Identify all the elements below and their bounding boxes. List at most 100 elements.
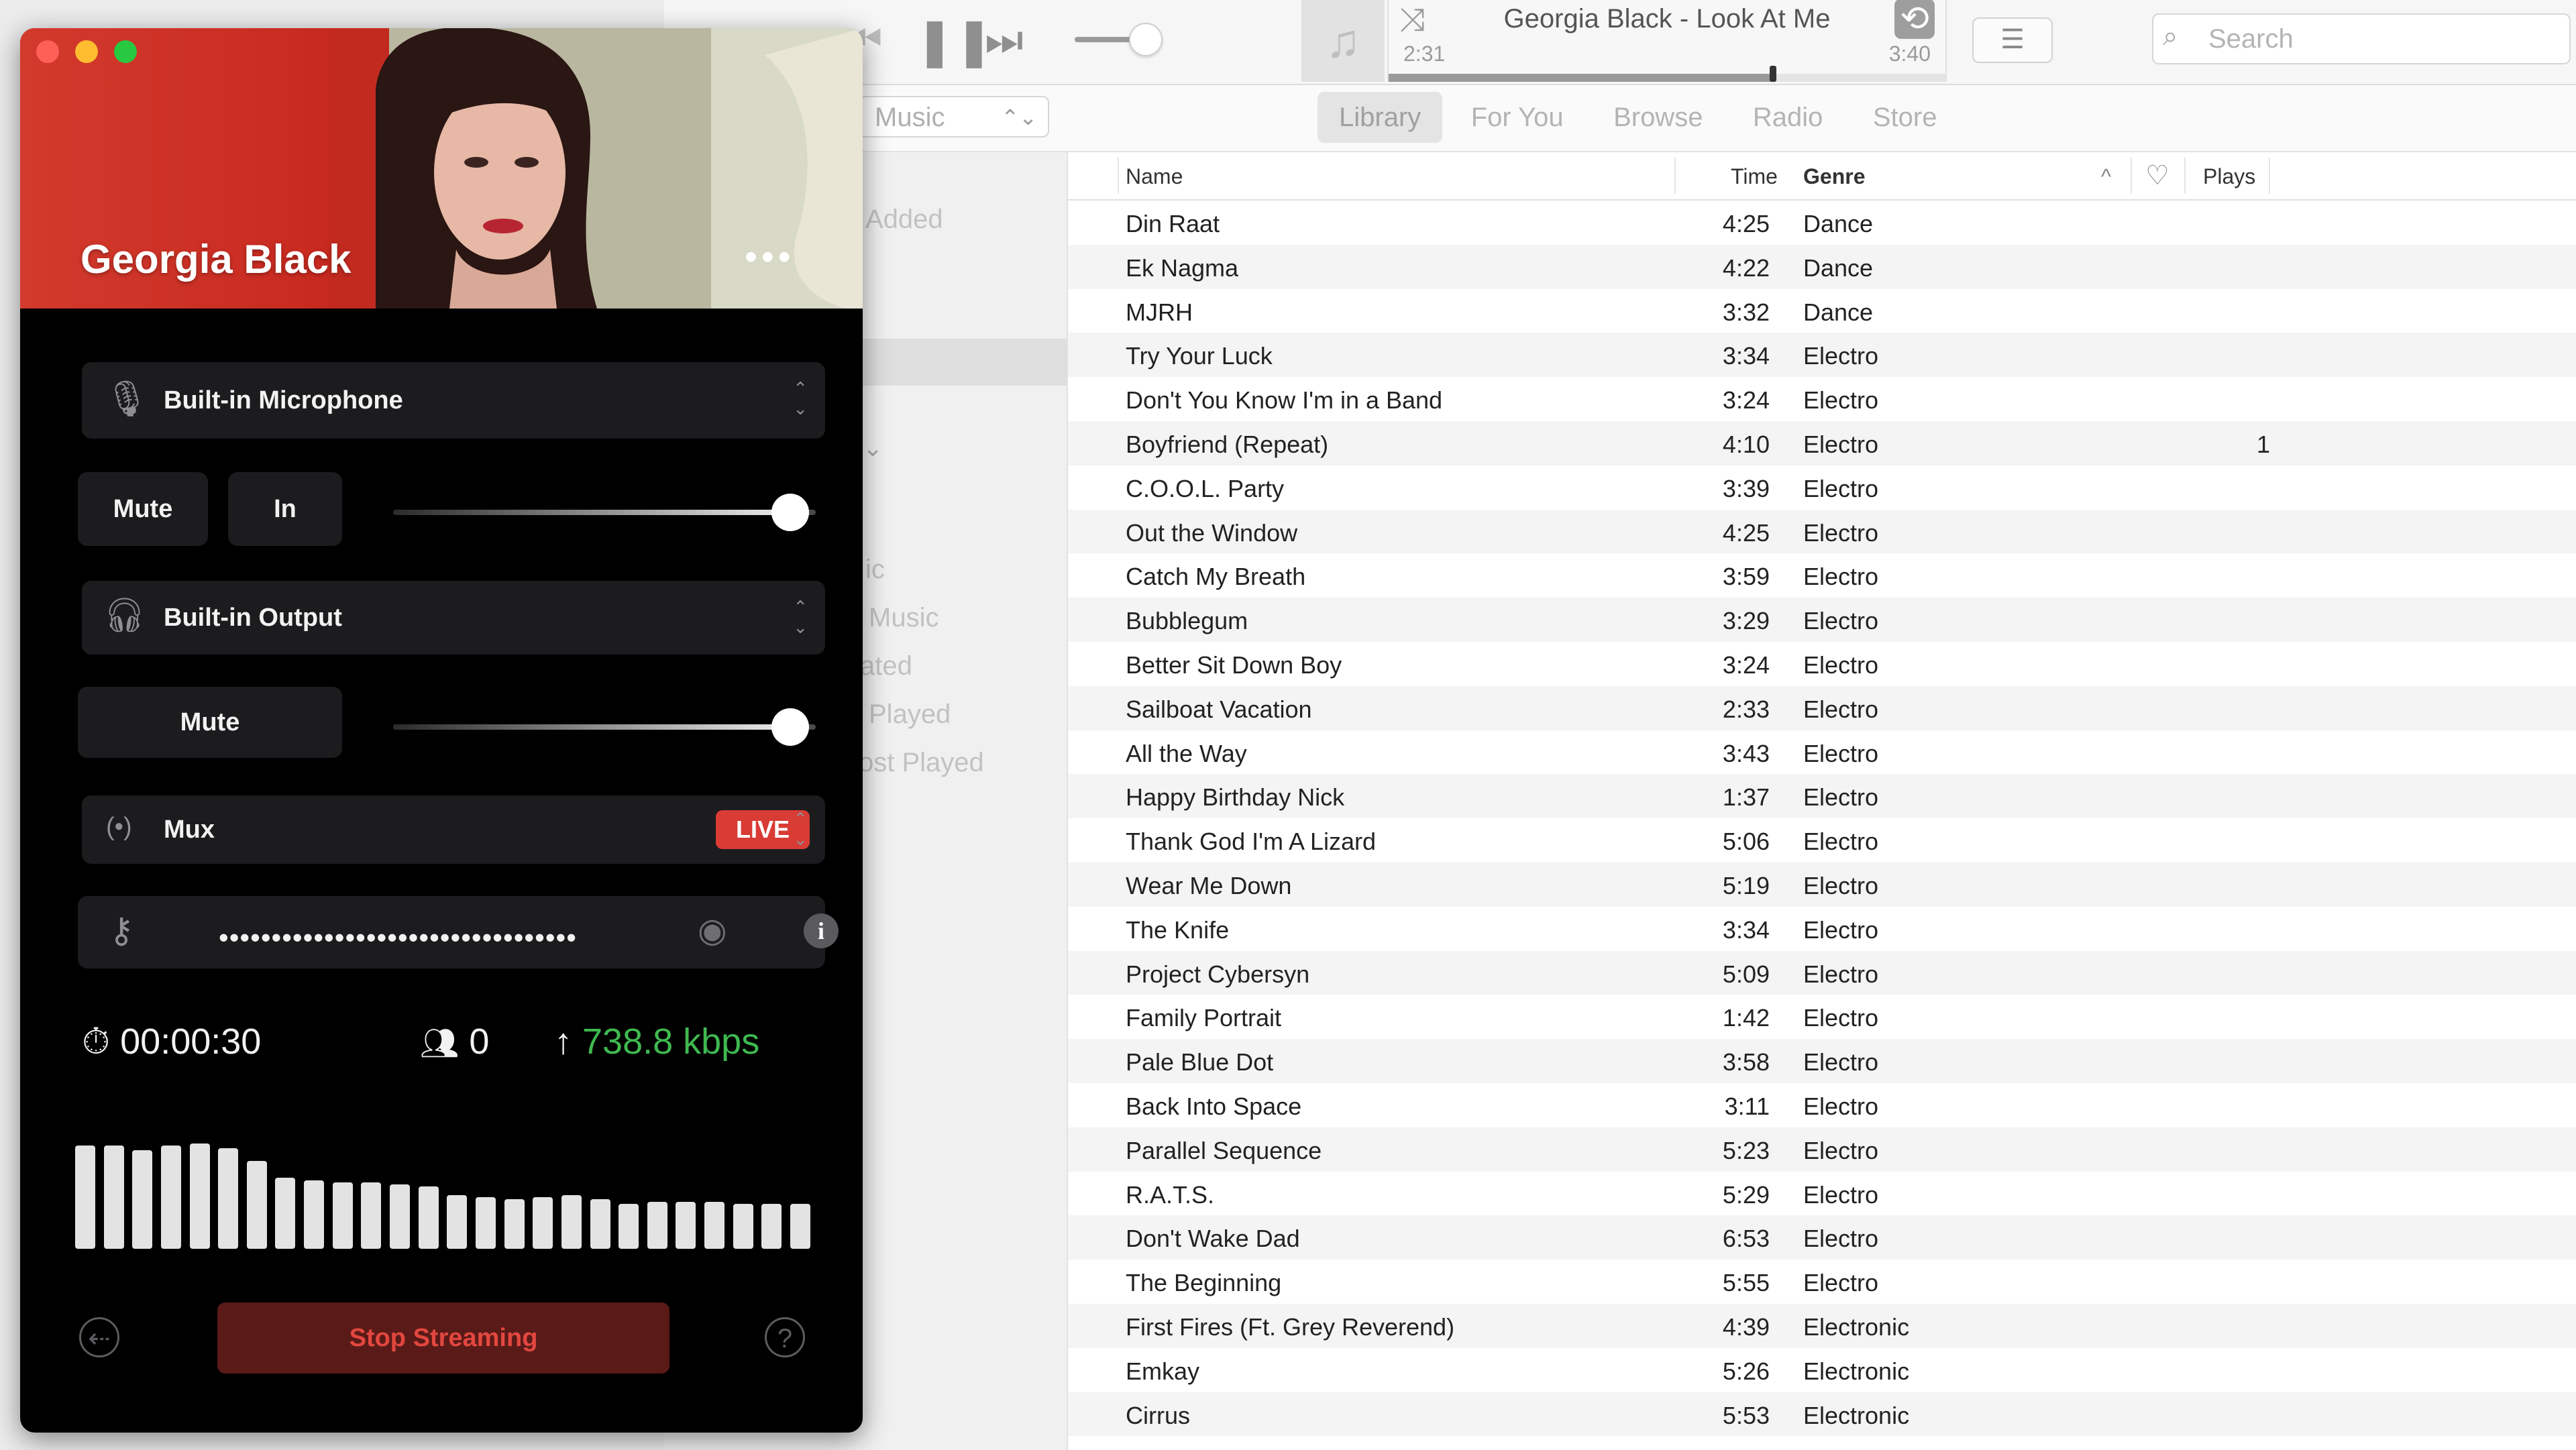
eye-icon[interactable]: ◉ — [698, 911, 727, 950]
table-row[interactable]: Pale Blue Dot 3:58 Electro — [1068, 1039, 2576, 1083]
output-device-select[interactable]: 🎧︎ Built-in Output ⌃ ⌄ — [82, 581, 825, 655]
info-icon[interactable]: i — [804, 913, 839, 948]
song-time: 3:59 — [1722, 563, 1770, 591]
song-genre: Electro — [1803, 960, 1879, 988]
tab-store[interactable]: Store — [1851, 92, 1959, 143]
chevron-updown-icon: ⌃⌄ — [1001, 105, 1037, 129]
input-monitor-button[interactable]: In — [228, 472, 342, 546]
media-kind-select[interactable]: Music ⌃⌄ — [859, 96, 1049, 137]
table-row[interactable]: The Beginning 5:55 Electro — [1068, 1260, 2576, 1304]
table-row[interactable]: Din Raat 4:25 Dance — [1068, 201, 2576, 245]
level-meter-bar — [361, 1182, 381, 1249]
input-level-slider[interactable] — [393, 494, 816, 531]
tab-radio[interactable]: Radio — [1731, 92, 1845, 143]
more-options-icon[interactable]: ••• — [745, 236, 795, 278]
output-mute-button[interactable]: Mute — [78, 687, 342, 758]
sign-out-icon[interactable]: ⇠ — [79, 1317, 119, 1357]
song-genre: Electro — [1803, 1269, 1879, 1297]
tab-for-you[interactable]: For You — [1450, 92, 1585, 143]
song-time: 3:34 — [1722, 915, 1770, 944]
column-separator — [1118, 158, 1119, 194]
table-row[interactable]: Sailboat Vacation 2:33 Electro — [1068, 685, 2576, 730]
table-row[interactable]: First Fires (Ft. Grey Reverend) 4:39 Elect… — [1068, 1303, 2576, 1348]
input-level-knob[interactable] — [771, 494, 810, 531]
table-row[interactable]: Family Portrait 1:42 Electro — [1068, 995, 2576, 1039]
column-header-genre[interactable]: Genre — [1803, 164, 1865, 189]
up-next-list-button[interactable]: ☰ — [1972, 17, 2053, 63]
table-row[interactable]: Parallel Sequence 5:23 Electro — [1068, 1127, 2576, 1172]
table-row[interactable]: Back Into Space 3:11 Electro — [1068, 1083, 2576, 1127]
table-row[interactable]: Bubblegum 3:29 Electro — [1068, 598, 2576, 642]
streaming-service-select[interactable]: (•) Mux LIVE ⌃ ⌄ — [82, 795, 825, 864]
sidebar-item-playlist-5[interactable]: ost Played — [859, 748, 984, 778]
chevron-down-icon[interactable]: ⌄ — [863, 434, 883, 462]
streaming-window: Georgia Black ••• 🎙︎ Built-in Microphone… — [20, 28, 863, 1433]
table-row[interactable]: The Knife 3:34 Electro — [1068, 907, 2576, 951]
tab-browse[interactable]: Browse — [1592, 92, 1724, 143]
song-name: The Knife — [1126, 915, 1230, 944]
tab-library[interactable]: Library — [1318, 92, 1443, 143]
heart-icon[interactable]: ♡ — [2145, 160, 2169, 191]
search-box[interactable]: ⌕ — [2152, 13, 2571, 64]
sidebar-item-playlist-4[interactable]: Played — [869, 700, 951, 730]
output-level-slider[interactable] — [393, 708, 816, 746]
table-row[interactable]: Better Sit Down Boy 3:24 Electro — [1068, 642, 2576, 686]
input-mute-button[interactable]: Mute — [78, 472, 208, 546]
table-row[interactable]: All the Way 3:43 Electro — [1068, 730, 2576, 775]
output-level-knob[interactable] — [771, 708, 810, 746]
input-device-select[interactable]: 🎙︎ Built-in Microphone ⌃ ⌄ — [82, 362, 825, 439]
sort-ascending-icon[interactable]: ^ — [2101, 164, 2111, 189]
column-header-time[interactable]: Time — [1731, 164, 1778, 189]
table-row[interactable]: MJRH 3:32 Dance — [1068, 289, 2576, 333]
stop-streaming-button[interactable]: Stop Streaming — [217, 1302, 669, 1374]
table-row[interactable]: Don't You Know I'm in a Band 3:24 Electro — [1068, 377, 2576, 421]
sidebar-item-playlist-3[interactable]: ated — [860, 651, 912, 681]
table-row[interactable]: Don't Wake Dad 6:53 Electro — [1068, 1215, 2576, 1260]
song-time: 2:33 — [1722, 695, 1770, 723]
close-window-button[interactable] — [36, 40, 59, 63]
output-level-fill — [393, 724, 791, 730]
table-row[interactable]: Out the Window 4:25 Electro — [1068, 509, 2576, 554]
song-time: 5:26 — [1722, 1357, 1770, 1385]
help-icon[interactable]: ? — [765, 1317, 805, 1357]
table-row[interactable]: Emkay 5:26 Electronic — [1068, 1348, 2576, 1392]
table-row[interactable]: Thank God I'm A Lizard 5:06 Electro — [1068, 818, 2576, 862]
stream-key-field[interactable]: ⚷ •••••••••••••••••••••••••••••••••• ◉ i — [78, 896, 839, 968]
table-row[interactable]: R.A.T.S. 5:29 Electro — [1068, 1172, 2576, 1216]
table-row[interactable]: Ek Nagma 4:22 Dance — [1068, 244, 2576, 289]
level-meter-bar — [704, 1202, 724, 1249]
table-row[interactable]: Boyfriend (Repeat) 4:10 Electro 1 — [1068, 421, 2576, 465]
table-row[interactable]: Try Your Luck 3:34 Electro — [1068, 333, 2576, 378]
minimize-window-button[interactable] — [75, 40, 98, 63]
playback-progress[interactable] — [1389, 66, 1945, 82]
repeat-icon[interactable]: ⟲ — [1894, 0, 1935, 39]
search-input[interactable] — [2207, 21, 2559, 56]
song-genre: Electro — [1803, 430, 1879, 458]
sidebar-item-recently-added[interactable]: Added — [865, 205, 943, 235]
pause-icon[interactable]: ❚❚ — [915, 13, 994, 68]
next-track-icon[interactable]: ⏭ — [985, 15, 1024, 65]
level-meter-bar — [247, 1161, 267, 1249]
song-genre: Electro — [1803, 1136, 1879, 1164]
song-time: 5:23 — [1722, 1136, 1770, 1164]
table-row[interactable]: Project Cybersyn 5:09 Electro — [1068, 950, 2576, 995]
song-time: 5:06 — [1722, 828, 1770, 856]
column-header-plays[interactable]: Plays — [2203, 164, 2255, 189]
song-genre: Dance — [1803, 298, 1874, 326]
zoom-window-button[interactable] — [114, 40, 137, 63]
table-row[interactable]: Cirrus 5:53 Electronic — [1068, 1392, 2576, 1437]
sidebar-item-playlist-2[interactable]: Music — [869, 603, 938, 633]
sidebar-item-playlist-1[interactable]: ic — [865, 555, 885, 585]
song-name: Wear Me Down — [1126, 871, 1292, 899]
audio-level-meter — [75, 1141, 810, 1249]
output-device-label: Built-in Output — [164, 604, 342, 632]
table-row[interactable]: Catch My Breath 3:59 Electro — [1068, 553, 2576, 598]
table-row[interactable]: Wear Me Down 5:19 Electro — [1068, 862, 2576, 907]
volume-knob[interactable] — [1129, 23, 1163, 56]
column-header-name[interactable]: Name — [1126, 164, 1183, 189]
playback-progress-head[interactable] — [1769, 66, 1776, 82]
table-row[interactable]: Happy Birthday Nick 1:37 Electro — [1068, 774, 2576, 819]
song-name: The Beginning — [1126, 1269, 1282, 1297]
table-row[interactable]: C.O.O.L. Party 3:39 Electro — [1068, 465, 2576, 510]
playback-progress-fill — [1389, 74, 1773, 82]
